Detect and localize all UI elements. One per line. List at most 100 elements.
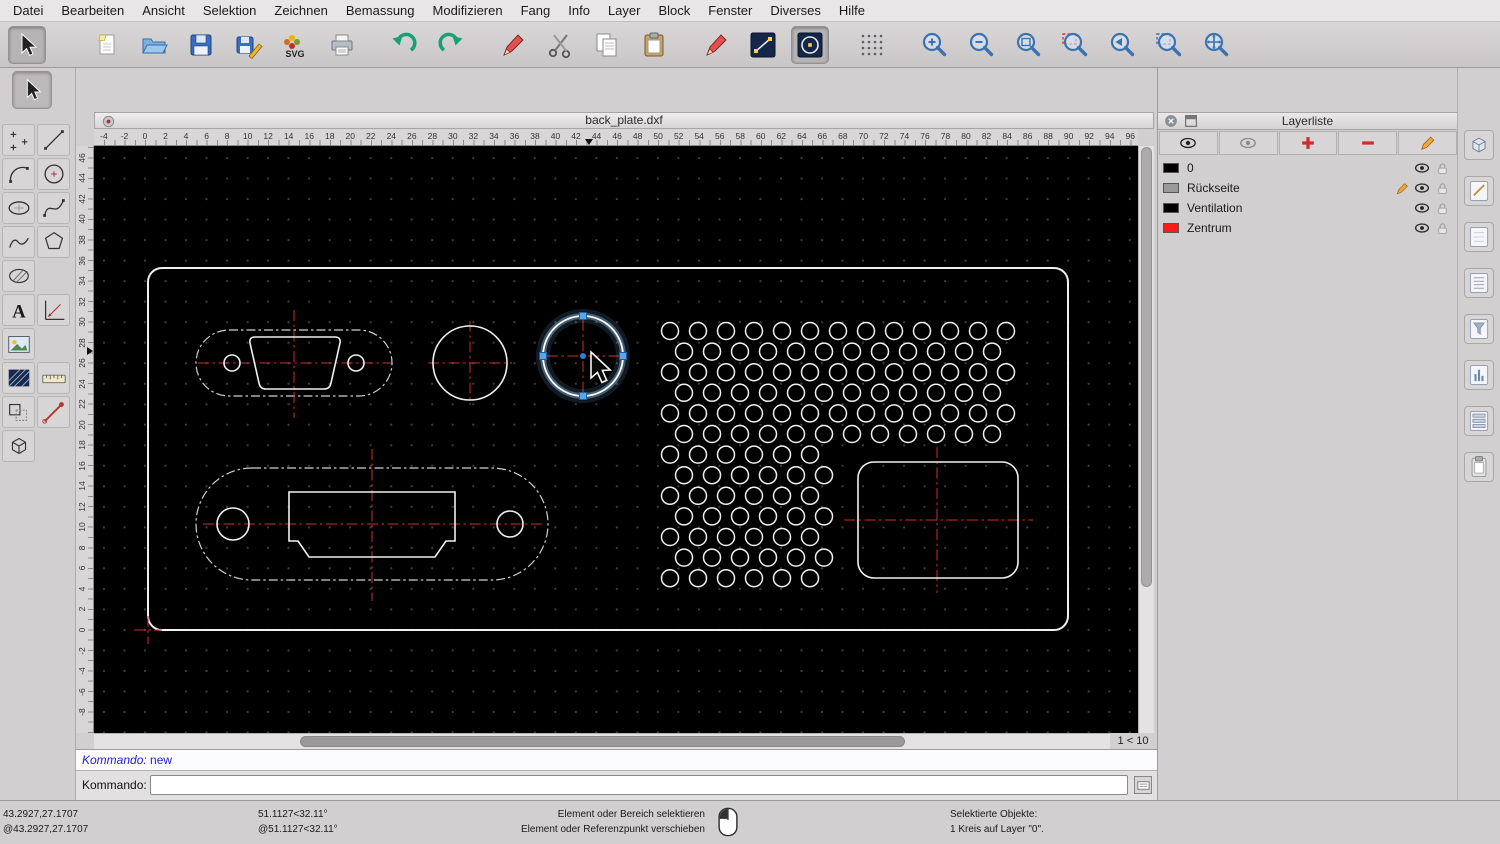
selection-handle[interactable] [539,352,547,360]
ventilation-hole [982,424,1002,444]
layer-visibility-toggle[interactable] [1412,159,1432,177]
menu-datei[interactable]: Datei [4,0,52,22]
grid-toggle-button[interactable] [853,26,891,64]
menu-zeichnen[interactable]: Zeichnen [265,0,336,22]
menu-bemassung[interactable]: Bemassung [337,0,424,22]
dock-rows-button[interactable] [1464,406,1494,436]
layer-row-zentrum[interactable]: Zentrum [1158,218,1457,238]
cut-button[interactable] [541,26,579,64]
tool-freehand-button[interactable] [2,226,35,258]
circle-tool-button[interactable] [791,25,829,64]
dock-page-button[interactable] [1464,222,1494,252]
zoom-pan-button[interactable] [1197,26,1235,64]
zoom-out-button[interactable] [962,26,1000,64]
save-as-button[interactable] [229,26,267,64]
drawing-canvas[interactable] [94,146,1138,733]
tool-points-button[interactable] [2,124,35,156]
ventilation-hole [674,548,694,567]
horizontal-scroll-thumb[interactable] [300,736,905,747]
attributes-button[interactable] [697,26,735,64]
tool-arc-button[interactable] [2,158,35,190]
dock-clip-button[interactable] [1464,452,1494,482]
show-all-layers-button[interactable] [1159,131,1218,155]
layer-visibility-toggle[interactable] [1412,179,1432,197]
tool-box3d-button[interactable] [2,430,35,462]
edit-layer-button[interactable] [1398,131,1457,155]
layer-lock-toggle[interactable] [1432,219,1452,237]
layer-visibility-toggle[interactable] [1412,199,1432,217]
selection-handle[interactable] [579,392,587,400]
undo-button[interactable] [385,26,423,64]
tool-image-button[interactable] [2,328,35,360]
ventilation-hole [982,342,1002,361]
selection-handle[interactable] [619,352,627,360]
tool-circle-button[interactable] [37,158,70,190]
menu-fenster[interactable]: Fenster [699,0,761,22]
command-panel-button[interactable] [1134,776,1152,794]
zoom-in-button[interactable] [915,26,953,64]
layer-row-rückseite[interactable]: Rückseite [1158,178,1457,198]
vertical-scroll-thumb[interactable] [1141,147,1152,587]
open-file-button[interactable] [135,26,173,64]
layer-lock-toggle[interactable] [1432,159,1452,177]
paste-button[interactable] [635,26,673,64]
dock-columns-button[interactable] [1464,360,1494,390]
dock-list-button[interactable] [1464,268,1494,298]
dock-filter-button[interactable] [1464,314,1494,344]
zoom-select-button[interactable] [1056,26,1094,64]
select-tool-button[interactable] [8,25,46,64]
new-file-button[interactable] [88,26,126,64]
zoom-previous-button[interactable] [1103,26,1141,64]
tool-text-button[interactable]: A [2,294,35,326]
command-input[interactable] [150,775,1128,795]
zoom-window-button[interactable] [1150,26,1188,64]
zoom-auto-button[interactable] [1009,26,1047,64]
h-ruler-label: 50 [653,131,663,141]
tool-polygon-button[interactable] [37,226,70,258]
redo-button[interactable] [432,26,470,64]
layer-lock-toggle[interactable] [1432,179,1452,197]
toggle-visibility-button[interactable] [1218,131,1278,155]
export-svg-button[interactable]: SVG [276,26,314,64]
tool-modify-button[interactable] [2,396,35,428]
horizontal-scrollbar[interactable] [94,733,1110,749]
layer-visibility-toggle[interactable] [1412,219,1432,237]
menu-fang[interactable]: Fang [512,0,560,22]
ventilation-hole [674,465,694,485]
ventilation-hole [758,507,778,526]
tool-hatch-button[interactable] [2,362,35,394]
selection-handle[interactable] [579,312,587,320]
menu-hilfe[interactable]: Hilfe [830,0,874,22]
menu-bearbeiten[interactable]: Bearbeiten [52,0,133,22]
remove-layer-button[interactable] [1338,131,1398,155]
menu-diverses[interactable]: Diverses [761,0,830,22]
ventilation-hole [702,383,722,403]
menu-layer[interactable]: Layer [599,0,650,22]
tool-dim-button[interactable] [37,294,70,326]
dock-cube-button[interactable] [1464,130,1494,160]
menu-selektion[interactable]: Selektion [194,0,265,22]
menu-block[interactable]: Block [649,0,699,22]
tool-line-button[interactable] [37,124,70,156]
line-tool-button[interactable] [744,26,782,64]
print-preview-button[interactable] [323,26,361,64]
select-tool-button[interactable] [12,71,52,109]
menu-ansicht[interactable]: Ansicht [133,0,194,22]
tool-hatch-ellipse-button[interactable] [2,260,35,292]
dock-draft-button[interactable] [1464,176,1494,206]
tool-measure-button[interactable] [37,362,70,394]
menu-modifizieren[interactable]: Modifizieren [424,0,512,22]
menu-info[interactable]: Info [559,0,599,22]
tool-snap-button[interactable] [37,396,70,428]
add-layer-button[interactable] [1278,131,1338,155]
copy-button[interactable] [588,26,626,64]
save-button[interactable] [182,26,220,64]
layer-lock-toggle[interactable] [1432,199,1452,217]
selection-center-handle[interactable] [580,353,586,359]
tool-spline-button[interactable] [37,192,70,224]
vertical-scrollbar[interactable] [1138,146,1154,733]
tool-ellipse-button[interactable] [2,192,35,224]
layer-row-0[interactable]: 0 [1158,158,1457,178]
delete-entity-button[interactable] [494,26,532,64]
layer-row-ventilation[interactable]: Ventilation [1158,198,1457,218]
